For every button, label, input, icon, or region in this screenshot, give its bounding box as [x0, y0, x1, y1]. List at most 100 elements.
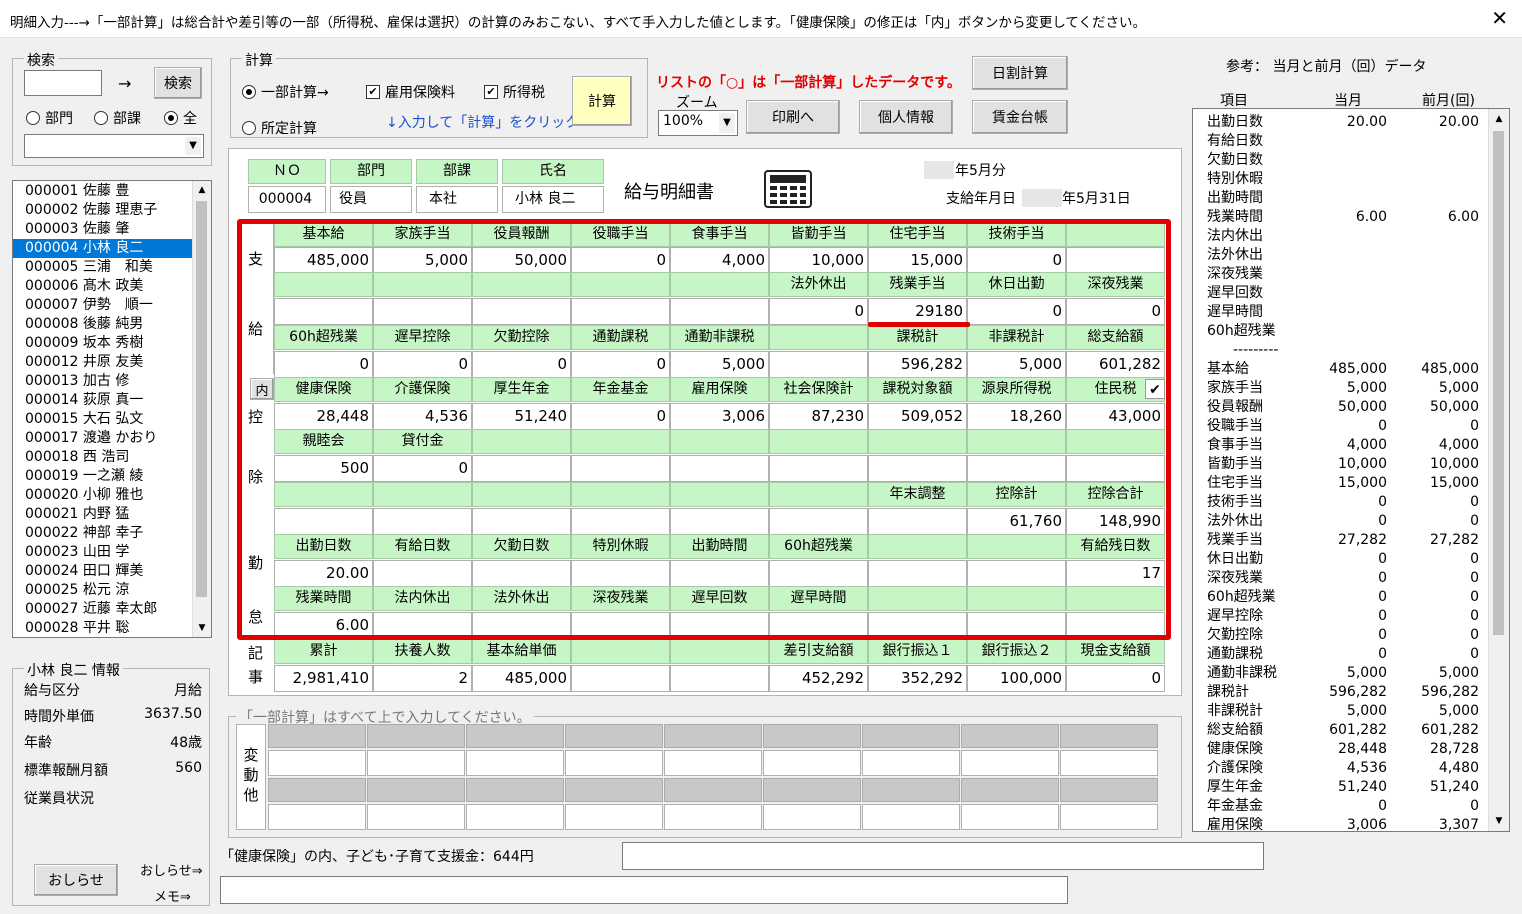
grid-value[interactable] — [571, 665, 670, 692]
radio-all[interactable]: 全 — [164, 108, 197, 128]
radio-dept[interactable]: 部門 — [26, 108, 73, 128]
change-value-cell[interactable] — [763, 750, 861, 776]
grid-value[interactable]: 5,000 — [373, 247, 472, 274]
grid-value[interactable] — [967, 455, 1066, 482]
search-input[interactable] — [24, 70, 102, 96]
search-combo[interactable]: ▼ — [24, 134, 204, 158]
grid-value[interactable]: 0 — [967, 298, 1066, 325]
change-value-cell[interactable] — [664, 750, 762, 776]
list-item[interactable]: 000012 井原 友美 — [13, 353, 193, 372]
grid-value[interactable] — [967, 560, 1066, 587]
grid-value[interactable] — [868, 560, 967, 587]
calc-button[interactable]: 計算 — [572, 76, 632, 126]
grid-value[interactable]: 5,000 — [670, 351, 769, 378]
grid-value[interactable]: 0 — [373, 351, 472, 378]
grid-value[interactable]: 148,990 — [1066, 508, 1165, 535]
grid-value[interactable] — [472, 508, 571, 535]
scroll-thumb[interactable] — [1493, 131, 1504, 635]
grid-value[interactable] — [1066, 612, 1165, 639]
grid-value[interactable] — [571, 560, 670, 587]
grid-value[interactable] — [373, 508, 472, 535]
grid-value[interactable]: 4,000 — [670, 247, 769, 274]
grid-value[interactable]: 0 — [1066, 665, 1165, 692]
list-item[interactable]: 000002 佐藤 理恵子 — [13, 201, 193, 220]
grid-value[interactable]: 2 — [373, 665, 472, 692]
grid-value[interactable] — [571, 455, 670, 482]
grid-value[interactable] — [868, 455, 967, 482]
radio-section[interactable]: 部課 — [94, 108, 141, 128]
grid-value[interactable]: 0 — [967, 247, 1066, 274]
change-value-cell[interactable] — [664, 804, 762, 830]
ref-list[interactable]: 出勤日数 20.00 20.00 有給日数 欠勤日数 特別休暇 出勤時間 残業時間 6.00 6.… — [1192, 108, 1510, 832]
list-item[interactable]: 000007 伊勢 順一 — [13, 296, 193, 315]
grid-value[interactable] — [769, 612, 868, 639]
grid-value[interactable] — [769, 351, 868, 378]
list-item[interactable]: 000013 加古 修 — [13, 372, 193, 391]
grid-value[interactable] — [274, 298, 373, 325]
change-value-cell[interactable] — [268, 804, 366, 830]
check-shotoku[interactable]: ✔ 所得税 — [484, 82, 545, 102]
grid-value[interactable]: 5,000 — [967, 351, 1066, 378]
grid-value[interactable] — [670, 560, 769, 587]
grid-value[interactable] — [868, 612, 967, 639]
list-item[interactable]: 000017 渡邉 かおり — [13, 429, 193, 448]
grid-value[interactable]: 500 — [274, 455, 373, 482]
grid-value[interactable] — [571, 612, 670, 639]
grid-value[interactable]: 0 — [274, 351, 373, 378]
grid-value[interactable] — [967, 612, 1066, 639]
grid-value[interactable] — [670, 455, 769, 482]
list-item[interactable]: 000001 佐藤 豊 — [13, 182, 193, 201]
grid-value[interactable] — [274, 508, 373, 535]
grid-value[interactable]: 0 — [373, 455, 472, 482]
change-value-cell[interactable] — [961, 750, 1059, 776]
grid-value[interactable]: 18,260 — [967, 403, 1066, 430]
grid-value[interactable]: 0 — [571, 403, 670, 430]
list-item[interactable]: 000008 後藤 純男 — [13, 315, 193, 334]
grid-value[interactable]: 43,000 — [1066, 403, 1165, 430]
grid-value[interactable] — [868, 508, 967, 535]
notice-link[interactable]: おしらせ⇒ — [140, 860, 203, 879]
grid-value[interactable] — [670, 665, 769, 692]
change-value-cell[interactable] — [268, 750, 366, 776]
change-value-cell[interactable] — [466, 804, 564, 830]
grid-value[interactable]: 0 — [1066, 298, 1165, 325]
list-item[interactable]: 000019 一之瀬 綾 — [13, 467, 193, 486]
grid-value[interactable] — [670, 612, 769, 639]
list-item[interactable]: 000025 松元 涼 — [13, 581, 193, 600]
grid-value[interactable] — [373, 612, 472, 639]
employee-name[interactable]: 小林 良二 — [502, 186, 604, 213]
grid-value[interactable]: 51,240 — [472, 403, 571, 430]
scroll-up-icon[interactable]: ▲ — [193, 181, 211, 199]
uchi-button[interactable]: 内 — [250, 378, 274, 400]
list-item[interactable]: 000015 大石 弘文 — [13, 410, 193, 429]
grid-value[interactable]: 0 — [769, 298, 868, 325]
grid-value[interactable] — [1066, 455, 1165, 482]
radio-fixed-calc[interactable]: 所定計算 — [242, 118, 317, 138]
personal-info-button[interactable]: 個人情報 — [859, 100, 953, 134]
grid-value[interactable]: 87,230 — [769, 403, 868, 430]
radio-partial-calc[interactable]: 一部計算→ — [242, 82, 329, 102]
grid-value[interactable] — [472, 298, 571, 325]
grid-value[interactable] — [472, 612, 571, 639]
grid-value[interactable]: 20.00 — [274, 560, 373, 587]
grid-value[interactable]: 485,000 — [472, 665, 571, 692]
grid-value[interactable] — [472, 560, 571, 587]
grid-value[interactable]: 596,282 — [868, 351, 967, 378]
daily-calc-button[interactable]: 日割計算 — [972, 56, 1068, 90]
list-item[interactable]: 000014 荻原 真一 — [13, 391, 193, 410]
grid-value[interactable]: 15,000 — [868, 247, 967, 274]
grid-value[interactable]: 601,282 — [1066, 351, 1165, 378]
list-item[interactable]: 000004 小林 良二 — [13, 239, 193, 258]
grid-value[interactable] — [373, 560, 472, 587]
ref-list-scrollbar[interactable]: ▲ ▼ — [1488, 109, 1509, 831]
footer-input-2[interactable] — [220, 876, 1068, 904]
change-value-cell[interactable] — [862, 750, 960, 776]
list-item[interactable]: 000009 坂本 秀樹 — [13, 334, 193, 353]
list-item[interactable]: 000022 神部 幸子 — [13, 524, 193, 543]
list-item[interactable]: 000024 田口 輝美 — [13, 562, 193, 581]
chevron-down-icon[interactable]: ▼ — [185, 137, 201, 155]
change-value-cell[interactable] — [565, 804, 663, 830]
scroll-up-icon[interactable]: ▲ — [1489, 109, 1509, 129]
grid-value[interactable] — [571, 508, 670, 535]
grid-value[interactable]: 4,536 — [373, 403, 472, 430]
